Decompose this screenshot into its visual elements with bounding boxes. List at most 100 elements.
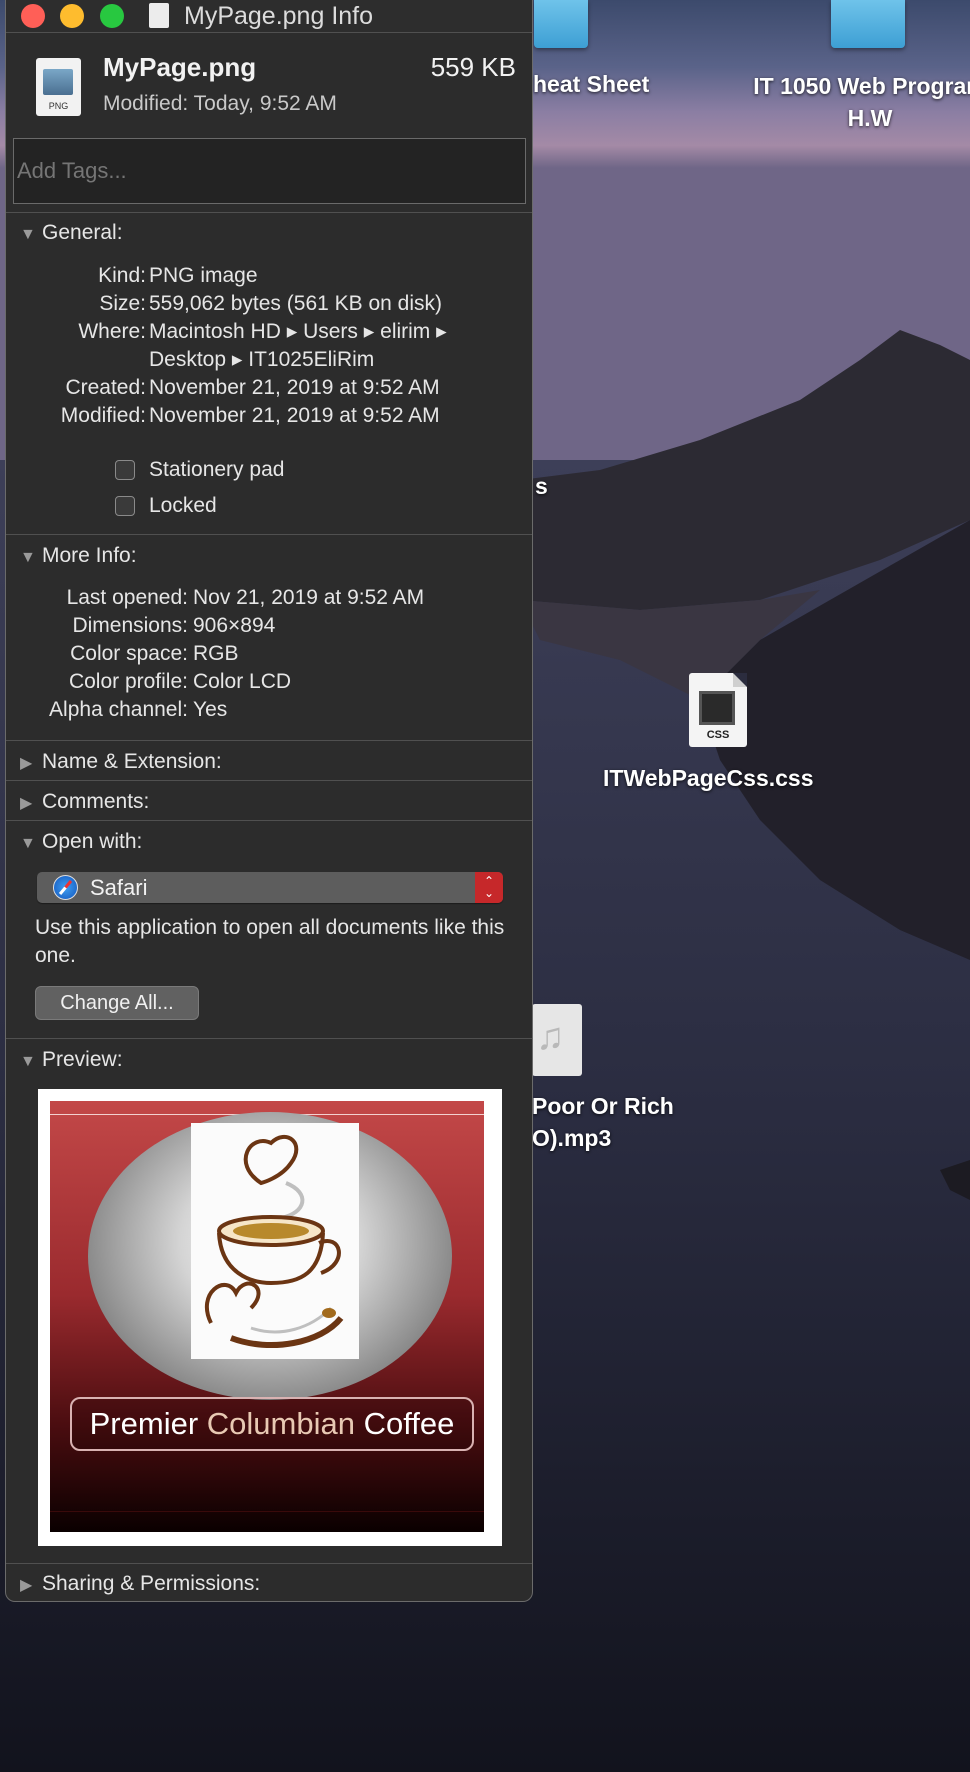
created-value: November 21, 2019 at 9:52 AM <box>149 376 440 399</box>
page-fold <box>733 673 747 687</box>
color-space-value: RGB <box>193 642 239 665</box>
disclosure-triangle-open-icon[interactable]: ▼ <box>20 830 42 858</box>
section-preview-title: Preview: <box>42 1048 123 1071</box>
divider <box>6 1563 532 1564</box>
divider <box>6 740 532 741</box>
created-label: Created: <box>65 376 146 399</box>
section-sharing-title: Sharing & Permissions: <box>42 1572 261 1595</box>
preview-image: Premier Columbian Coffee <box>38 1089 502 1546</box>
music-note-icon: ♫ <box>536 1016 565 1058</box>
dimensions-value: 906×894 <box>193 614 276 637</box>
section-comments-title: Comments: <box>42 790 150 813</box>
image-thumbnail-glyph <box>43 69 73 95</box>
preview-title-part3: Coffee <box>354 1406 455 1441</box>
select-stepper[interactable]: ⌃ ⌄ <box>475 872 503 903</box>
folder-icon[interactable] <box>831 0 905 48</box>
tags-input[interactable] <box>13 138 526 204</box>
disclosure-triangle-closed-icon[interactable]: ▶ <box>20 790 42 818</box>
zoom-button[interactable] <box>100 4 124 28</box>
section-comments-header[interactable]: ▶ Comments: <box>20 788 149 818</box>
change-all-button[interactable]: Change All... <box>35 986 199 1020</box>
music-file-icon[interactable]: ♫ <box>532 1004 582 1076</box>
disclosure-triangle-closed-icon[interactable]: ▶ <box>20 1572 42 1600</box>
coffee-cup-icon <box>204 1135 344 1349</box>
title-bar[interactable]: MyPage.png Info <box>6 0 532 32</box>
desktop-item-cheat-sheet-label[interactable]: heat Sheet <box>533 68 649 100</box>
preview-title-part1: Premier <box>89 1406 207 1441</box>
desktop-item-web-program-line2: H.W <box>847 105 893 131</box>
disclosure-triangle-open-icon[interactable]: ▼ <box>20 221 42 249</box>
color-profile-value: Color LCD <box>193 670 292 693</box>
modified-label: Modified: <box>60 404 146 427</box>
modified-value: November 21, 2019 at 9:52 AM <box>149 404 440 427</box>
section-name-extension-title: Name & Extension: <box>42 750 222 773</box>
folder-icon[interactable] <box>534 0 588 48</box>
section-open-with-title: Open with: <box>42 830 143 853</box>
section-open-with-header[interactable]: ▼ Open with: <box>20 828 142 858</box>
where-value-line1: Macintosh HD ▸ Users ▸ elirim ▸ <box>149 320 447 343</box>
open-with-app-name: Safari <box>90 875 148 900</box>
open-with-description: Use this application to open all documen… <box>35 916 505 967</box>
color-profile-label: Color profile: <box>68 670 188 693</box>
locked-label[interactable]: Locked <box>149 492 217 520</box>
alpha-channel-label: Alpha channel: <box>49 698 188 721</box>
divider <box>6 820 532 821</box>
kind-label: Kind: <box>98 264 146 287</box>
section-more-info-header[interactable]: ▼ More Info: <box>20 542 137 572</box>
disclosure-triangle-closed-icon[interactable]: ▶ <box>20 750 42 778</box>
size-value: 559,062 bytes (561 KB on disk) <box>149 292 443 315</box>
desktop-item-partial-label[interactable]: s <box>535 470 548 502</box>
desktop-item-css-label[interactable]: ITWebPageCss.css <box>603 762 814 794</box>
section-preview-header[interactable]: ▼ Preview: <box>20 1046 123 1076</box>
kind-value: PNG image <box>149 264 258 287</box>
stationery-pad-checkbox[interactable] <box>115 460 135 480</box>
disclosure-triangle-open-icon[interactable]: ▼ <box>20 1048 42 1076</box>
desktop-item-music-label[interactable]: Poor Or Rich O).mp3 <box>532 1090 674 1154</box>
last-opened-label: Last opened: <box>66 586 188 609</box>
desktop-item-music-line2: O).mp3 <box>532 1125 612 1151</box>
file-size: 559 KB <box>430 52 516 82</box>
last-opened-value: Nov 21, 2019 at 9:52 AM <box>193 586 425 609</box>
chevron-up-icon: ⌃ <box>483 874 495 888</box>
preview-title-part2: Columbian <box>206 1406 355 1441</box>
open-with-app-select[interactable]: Safari ⌃ ⌄ <box>37 872 503 903</box>
css-box-glyph <box>699 691 735 725</box>
color-space-label: Color space: <box>70 642 188 665</box>
section-more-info-title: More Info: <box>42 544 137 567</box>
minimize-button[interactable] <box>60 4 84 28</box>
alpha-channel-value: Yes <box>193 698 228 721</box>
decorative-line <box>50 1511 484 1512</box>
file-modified: Modified: Today, 9:52 AM <box>103 92 337 115</box>
desktop-item-web-program-line1: IT 1050 Web Program <box>753 73 970 99</box>
divider <box>6 534 532 535</box>
section-general-title: General: <box>42 221 123 244</box>
css-file-icon[interactable]: CSS <box>689 673 747 747</box>
where-label: Where: <box>78 320 146 343</box>
divider <box>6 212 532 213</box>
png-file-icon: PNG <box>36 58 81 116</box>
window-title: MyPage.png Info <box>184 2 374 30</box>
divider <box>6 1038 532 1039</box>
divider <box>6 32 532 33</box>
close-button[interactable] <box>21 4 45 28</box>
coffee-cup-logo <box>191 1123 359 1359</box>
section-sharing-header[interactable]: ▶ Sharing & Permissions: <box>20 1570 260 1600</box>
where-value-line2: Desktop ▸ IT1025EliRim <box>149 348 375 371</box>
disclosure-triangle-open-icon[interactable]: ▼ <box>20 544 42 572</box>
css-file-tag: CSS <box>706 729 730 741</box>
file-name: MyPage.png <box>103 52 257 82</box>
chevron-down-icon: ⌄ <box>483 886 495 900</box>
safari-compass-icon <box>53 875 78 900</box>
divider <box>6 780 532 781</box>
preview-canvas: Premier Columbian Coffee <box>50 1101 484 1532</box>
dimensions-label: Dimensions: <box>72 614 188 637</box>
section-name-extension-header[interactable]: ▶ Name & Extension: <box>20 748 222 778</box>
stationery-pad-label[interactable]: Stationery pad <box>149 456 284 484</box>
size-label: Size: <box>99 292 146 315</box>
section-general-header[interactable]: ▼ General: <box>20 219 123 249</box>
locked-checkbox[interactable] <box>115 496 135 516</box>
desktop-item-web-program-label[interactable]: IT 1050 Web Program H.W <box>700 70 970 134</box>
desktop-item-music-line1: Poor Or Rich <box>532 1093 674 1119</box>
document-proxy-icon[interactable] <box>149 3 169 28</box>
info-window: MyPage.png Info PNG MyPage.png 559 KB Mo… <box>5 0 533 1602</box>
